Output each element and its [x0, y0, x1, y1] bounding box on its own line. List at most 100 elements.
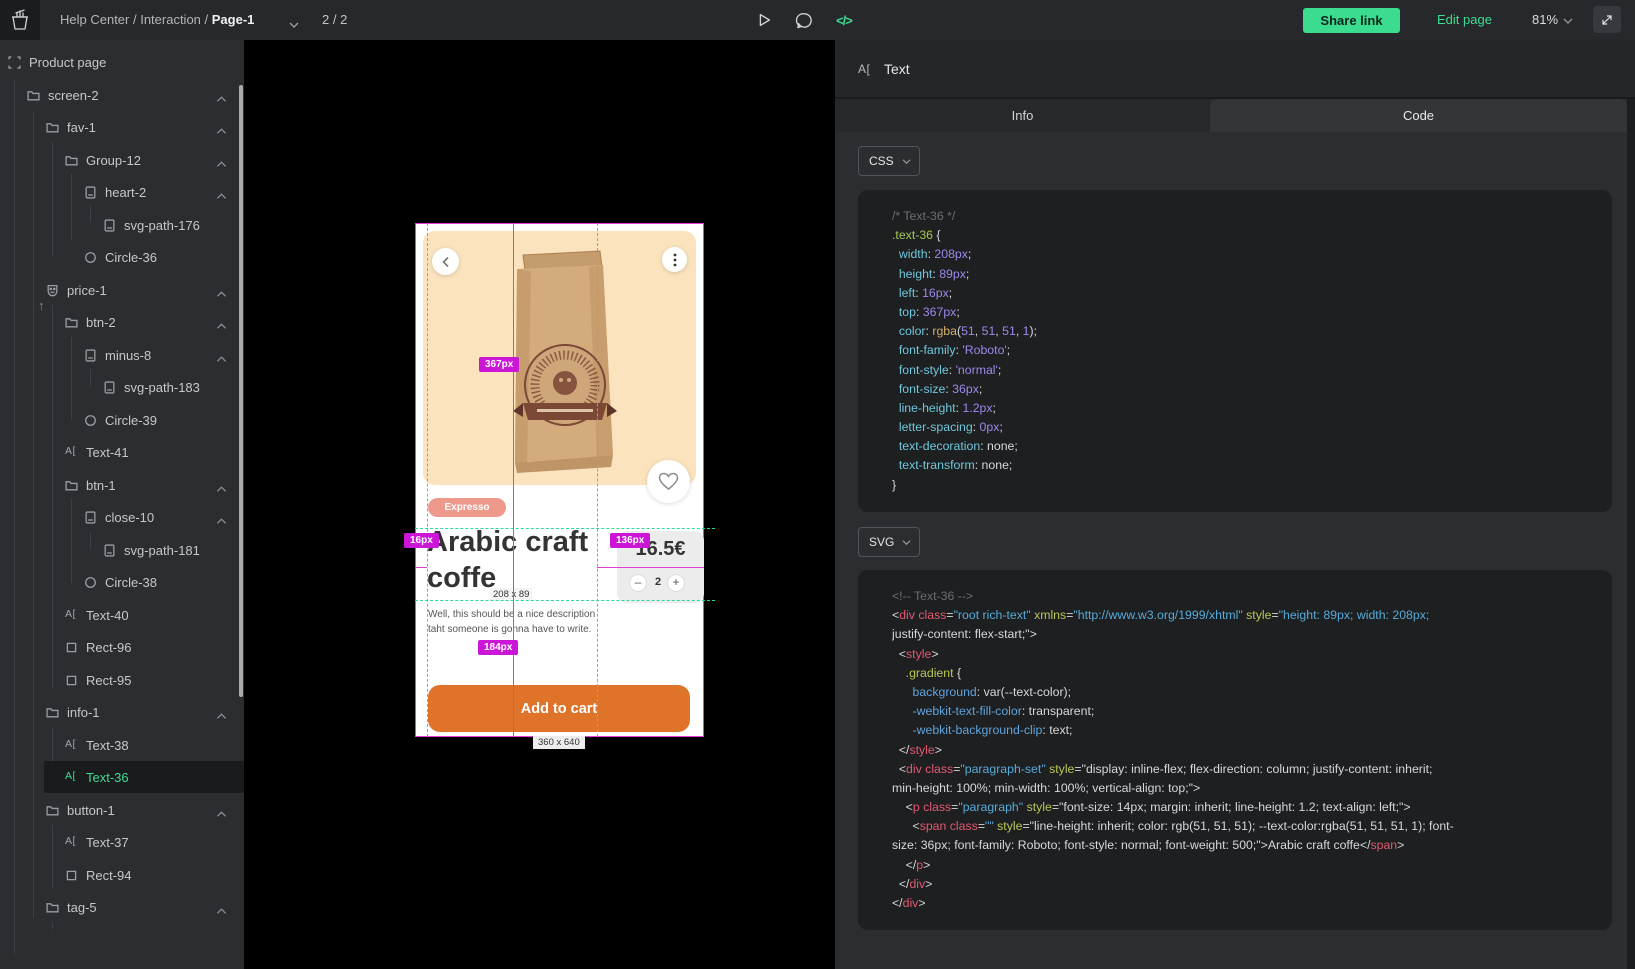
edit-page-link[interactable]: Edit page: [1437, 0, 1492, 40]
layer-item-circle-39[interactable]: Circle-39: [0, 404, 244, 437]
preview-play-button[interactable]: [752, 8, 776, 32]
collapse-chevron-icon[interactable]: [216, 317, 227, 335]
favorite-button[interactable]: [647, 460, 690, 503]
layer-item-text-36[interactable]: A[Text-36: [0, 761, 244, 794]
layer-item-heart-2[interactable]: heart-2: [0, 176, 244, 209]
expand-icon: [1599, 12, 1615, 28]
collapse-chevron-icon[interactable]: [216, 90, 227, 108]
collapse-chevron-icon[interactable]: [216, 512, 227, 530]
code-line: <div class="paragraph-set" style="displa…: [892, 760, 1592, 779]
layer-item-minus-8[interactable]: minus-8: [0, 339, 244, 372]
layer-label: Rect-96: [86, 631, 132, 664]
code-line: justify-content: flex-start;">: [892, 625, 1592, 644]
heart-icon: [658, 472, 679, 491]
share-link-button[interactable]: Share link: [1303, 8, 1400, 33]
collapse-chevron-icon[interactable]: [216, 122, 227, 140]
layer-item-tag-5[interactable]: tag-5: [0, 891, 244, 924]
layer-label: Text-38: [86, 729, 129, 762]
breadcrumb[interactable]: Help Center / Interaction / Page-1: [60, 0, 254, 40]
layer-item-btn-2[interactable]: btn-2: [0, 306, 244, 339]
layer-item-text-38[interactable]: A[Text-38: [0, 729, 244, 762]
text-layer-icon: A[: [65, 835, 78, 848]
circle-layer-icon: [84, 251, 97, 264]
layer-item-group-12[interactable]: Group-12: [0, 144, 244, 177]
layer-label: Rect-95: [86, 664, 132, 697]
layer-item-fav-1[interactable]: fav-1: [0, 111, 244, 144]
text-element-icon: A[: [858, 62, 870, 76]
svg-language-value: SVG: [869, 535, 894, 549]
collapse-chevron-icon[interactable]: [216, 480, 227, 498]
collapse-chevron-icon[interactable]: [216, 350, 227, 368]
product-tag-badge[interactable]: Expresso: [428, 498, 506, 517]
layer-item-price-1[interactable]: price-1↑: [0, 274, 244, 307]
collapse-chevron-icon[interactable]: [216, 805, 227, 823]
code-line: </div>: [892, 894, 1592, 913]
back-button[interactable]: [432, 248, 459, 275]
code-line: .gradient {: [892, 664, 1592, 683]
layer-item-rect-95[interactable]: Rect-95: [0, 664, 244, 697]
layer-item-text-41[interactable]: A[Text-41: [0, 436, 244, 469]
css-language-dropdown[interactable]: CSS: [858, 146, 920, 176]
layer-item-close-10[interactable]: close-10: [0, 501, 244, 534]
layer-item-text-40[interactable]: A[Text-40: [0, 599, 244, 632]
tab-code[interactable]: Code: [1210, 99, 1627, 132]
collapse-chevron-icon[interactable]: [216, 707, 227, 725]
rect-layer-icon: [65, 641, 78, 654]
svg-language-dropdown[interactable]: SVG: [858, 527, 920, 557]
quantity-plus-button[interactable]: +: [667, 574, 685, 592]
quantity-minus-button[interactable]: –: [629, 574, 647, 592]
tab-info[interactable]: Info: [835, 99, 1210, 132]
breadcrumb-current-page[interactable]: Page-1: [212, 12, 255, 27]
layer-item-circle-36[interactable]: Circle-36: [0, 241, 244, 274]
svg-layer-icon: [84, 511, 97, 524]
layer-item-svg-path-183[interactable]: svg-path-183: [0, 371, 244, 404]
more-menu-button[interactable]: [662, 247, 687, 272]
element-type-title: Text: [884, 61, 910, 77]
code-line: left: 16px;: [892, 284, 1592, 303]
collapse-chevron-icon[interactable]: [216, 187, 227, 205]
measurement-line: [513, 223, 514, 737]
measurement-line: [416, 567, 427, 568]
app-logo[interactable]: [0, 0, 40, 40]
layer-item-rect-96[interactable]: Rect-96: [0, 631, 244, 664]
zoom-level-dropdown[interactable]: 81%: [1532, 0, 1573, 40]
code-line: height: 89px;: [892, 265, 1592, 284]
css-language-value: CSS: [869, 154, 894, 168]
add-to-cart-button[interactable]: Add to cart: [428, 685, 690, 732]
layer-item-svg-path-176[interactable]: svg-path-176: [0, 209, 244, 242]
inspector-scrollbar[interactable]: [1627, 99, 1635, 969]
layers-panel: Product pagescreen-2fav-1Group-12heart-2…: [0, 40, 244, 969]
code-line: font-family: 'Roboto';: [892, 341, 1592, 360]
layer-label: minus-8: [105, 339, 151, 372]
fullscreen-button[interactable]: [1593, 6, 1621, 33]
code-line: color: rgba(51, 51, 51, 1);: [892, 322, 1592, 341]
code-mode-button[interactable]: </>: [832, 8, 856, 32]
product-title[interactable]: Arabic craft coffe: [427, 524, 612, 596]
breadcrumb-chevron-down-icon[interactable]: [289, 16, 299, 34]
layers-scrollbar[interactable]: [239, 85, 243, 697]
layer-item-screen-2[interactable]: screen-2: [0, 79, 244, 112]
layer-label: Text-36: [86, 761, 129, 794]
comments-button[interactable]: [792, 8, 816, 32]
description-line: taht someone is gonna have to write.: [428, 624, 591, 635]
layer-label: Circle-36: [105, 241, 157, 274]
layer-item-rect-94[interactable]: Rect-94: [0, 859, 244, 892]
inspector-panel: A[ Text Info Code CSS /* Text-36 */.text…: [835, 40, 1635, 969]
svg-code-block: <!-- Text-36 --><div class="root rich-te…: [858, 570, 1612, 930]
layer-item-text-37[interactable]: A[Text-37: [0, 826, 244, 859]
collapse-chevron-icon[interactable]: [216, 902, 227, 920]
collapse-chevron-icon[interactable]: [216, 285, 227, 303]
layer-item-svg-path-181[interactable]: svg-path-181: [0, 534, 244, 567]
layer-item-button-1[interactable]: button-1: [0, 794, 244, 827]
layer-label: price-1: [67, 274, 107, 307]
layer-item-btn-1[interactable]: btn-1: [0, 469, 244, 502]
code-line: text-transform: none;: [892, 456, 1592, 475]
code-line: </p>: [892, 856, 1592, 875]
layer-item-product page[interactable]: Product page: [0, 46, 244, 79]
selection-guide-line: [415, 528, 715, 529]
collapse-chevron-icon[interactable]: [216, 155, 227, 173]
layer-item-circle-38[interactable]: Circle-38: [0, 566, 244, 599]
layer-label: Circle-38: [105, 566, 157, 599]
layer-item-info-1[interactable]: info-1: [0, 696, 244, 729]
svg-layer-icon: [103, 219, 116, 232]
